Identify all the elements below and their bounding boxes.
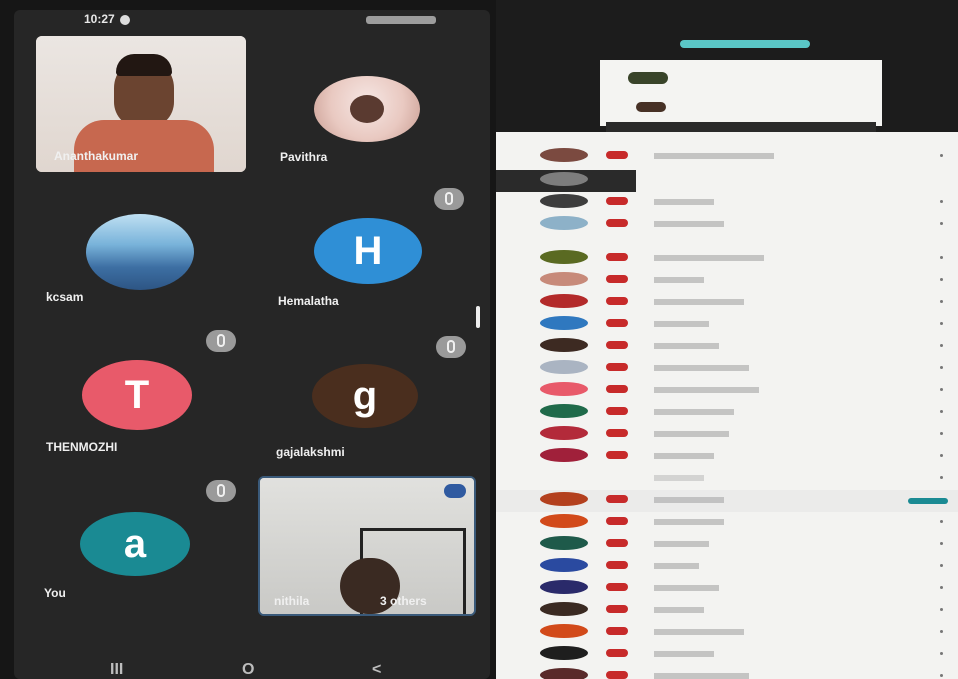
laptop-header [496, 0, 958, 132]
participant-name: Ananthakumar [54, 149, 139, 163]
participant-name: THENMOZHI [46, 440, 118, 454]
mic-muted-icon [206, 480, 236, 502]
participant-tile-ananthakumar[interactable]: Ananthakumar [36, 36, 246, 172]
list-item[interactable] [496, 314, 958, 336]
avatar: H [314, 218, 422, 284]
list-item[interactable] [496, 446, 958, 468]
list-item-hovered[interactable] [496, 490, 958, 512]
popup-footer [606, 122, 876, 132]
list-item[interactable] [496, 380, 958, 402]
scroll-indicator[interactable] [476, 306, 480, 328]
participant-tile-hemalatha[interactable]: H Hemalatha [254, 206, 484, 326]
list-item[interactable] [496, 192, 958, 214]
list-item[interactable] [496, 292, 958, 314]
avatar: g [312, 364, 418, 428]
person-shirt [74, 120, 214, 172]
others-count: 3 others [380, 594, 427, 608]
meeting-grid: 10:27 Ananthakumar Pavithra kcsam H Hema… [14, 10, 490, 679]
participant-tile-kcsam[interactable]: kcsam [36, 206, 246, 326]
group-tile-menu-icon[interactable] [444, 484, 466, 498]
avatar-photo [350, 95, 384, 123]
participant-name: kcsam [46, 290, 84, 304]
list-item-highlighted[interactable] [496, 170, 636, 192]
list-item[interactable] [496, 666, 958, 679]
list-item[interactable] [496, 146, 958, 168]
participant-tile-gajalakshmi[interactable]: g gajalakshmi [254, 350, 484, 470]
home-button[interactable]: O [242, 661, 254, 679]
participants-list [496, 138, 958, 679]
mic-muted-icon [206, 330, 236, 352]
list-item[interactable] [496, 600, 958, 622]
avatar: a [80, 512, 190, 576]
notification-icon [120, 15, 130, 25]
list-item[interactable] [496, 358, 958, 380]
participant-name: Hemalatha [278, 294, 339, 308]
participant-name: You [44, 586, 66, 600]
avatar [314, 76, 420, 142]
list-item[interactable] [496, 512, 958, 534]
participant-name: nithila [274, 594, 310, 608]
list-item[interactable] [496, 214, 958, 236]
list-item[interactable] [496, 578, 958, 600]
participant-tile-pavithra[interactable]: Pavithra [254, 36, 484, 176]
list-item[interactable] [496, 534, 958, 556]
list-item[interactable] [496, 248, 958, 270]
list-item[interactable] [496, 402, 958, 424]
list-item[interactable] [496, 424, 958, 446]
avatar [86, 214, 194, 290]
status-time: 10:27 [84, 12, 115, 26]
list-item[interactable] [496, 336, 958, 358]
meeting-banner [680, 40, 810, 48]
list-item[interactable] [496, 622, 958, 644]
list-item[interactable] [496, 644, 958, 666]
laptop-screen [496, 0, 958, 679]
list-item[interactable] [496, 468, 958, 490]
popup-row [628, 72, 668, 84]
list-item[interactable] [496, 556, 958, 578]
status-icons [366, 16, 436, 24]
popup-row [636, 102, 666, 112]
popup-card [600, 60, 882, 126]
person-hair [116, 54, 172, 76]
participant-tile-group[interactable]: nithila 3 others [258, 476, 476, 616]
participant-tile-thenmozhi[interactable]: T THENMOZHI [36, 350, 246, 470]
list-item[interactable] [496, 270, 958, 292]
phone-device: 10:27 Ananthakumar Pavithra kcsam H Hema… [0, 0, 496, 679]
recent-apps-button[interactable]: III [110, 661, 123, 679]
avatar: T [82, 360, 192, 430]
participant-name: gajalakshmi [276, 445, 345, 459]
participant-tile-you[interactable]: a You [36, 500, 246, 610]
back-button[interactable]: < [372, 661, 381, 679]
participant-name: Pavithra [280, 150, 328, 164]
